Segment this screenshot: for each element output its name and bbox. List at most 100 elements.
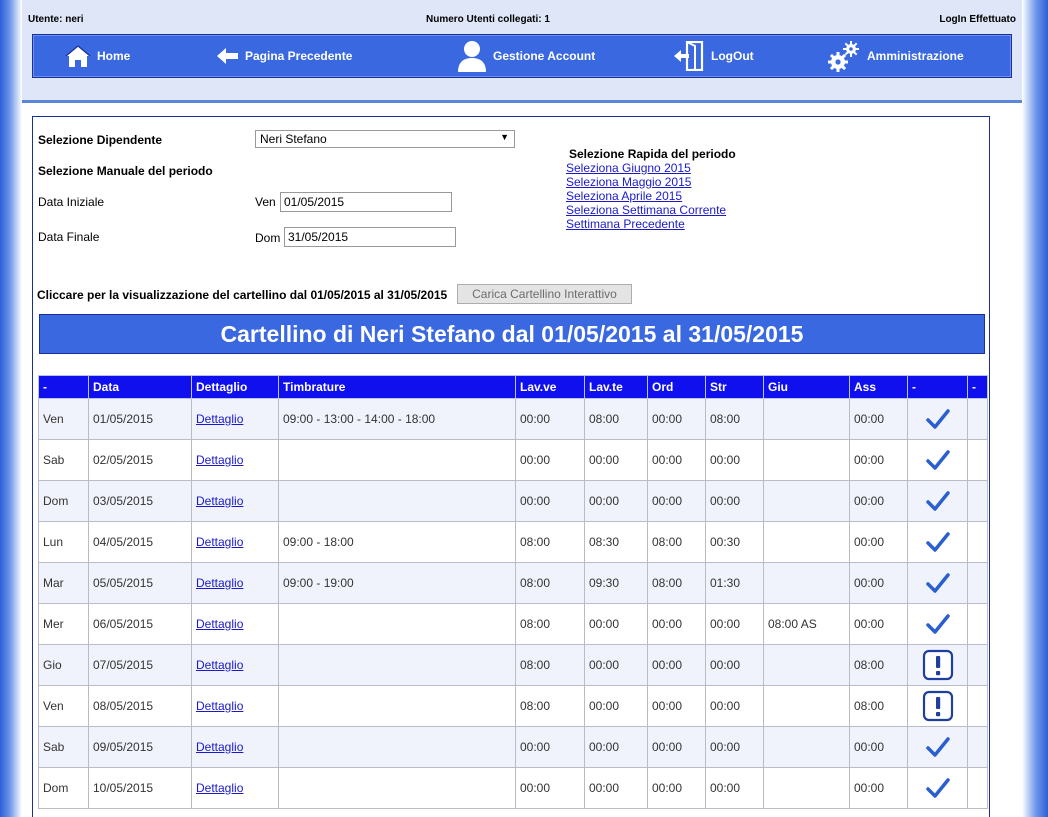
cell-ord: 00:00 (647, 398, 706, 440)
cell-lavve: 00:00 (515, 439, 585, 481)
cell-giu (763, 521, 850, 563)
cell-extra (967, 562, 988, 604)
cell-lavte: 09:30 (584, 562, 648, 604)
cell-status (907, 685, 968, 727)
nav-admin[interactable]: Amministrazione (827, 35, 964, 77)
cell-detail[interactable]: Dettaglio (191, 767, 279, 809)
cell-extra (967, 480, 988, 522)
cell-date: 02/05/2015 (88, 439, 192, 481)
cell-detail[interactable]: Dettaglio (191, 398, 279, 440)
cell-giu (763, 439, 850, 481)
cell-status (907, 480, 968, 522)
end-date-label: Data Finale (38, 230, 100, 244)
cell-extra (967, 685, 988, 727)
cell-str: 00:00 (705, 644, 764, 686)
cell-str: 00:00 (705, 439, 764, 481)
cell-giu (763, 726, 850, 768)
cell-detail[interactable]: Dettaglio (191, 726, 279, 768)
cell-lavve: 00:00 (515, 726, 585, 768)
quick-link-june[interactable]: Seleziona Giugno 2015 (566, 161, 691, 175)
cell-punches (278, 726, 516, 768)
cell-detail[interactable]: Dettaglio (191, 521, 279, 563)
cell-punches: 09:00 - 19:00 (278, 562, 516, 604)
cell-lavte: 00:00 (584, 767, 648, 809)
cell-ass: 00:00 (849, 398, 908, 440)
cell-str: 00:00 (705, 685, 764, 727)
nav-logout[interactable]: LogOut (673, 35, 754, 77)
cell-status (907, 439, 968, 481)
cell-day: Gio (38, 644, 89, 686)
dropdown-arrow-icon: ▼ (500, 132, 509, 142)
cell-ord: 00:00 (647, 480, 706, 522)
employee-select-value: Neri Stefano (260, 132, 327, 146)
cell-giu (763, 644, 850, 686)
table-row: Gio 07/05/2015 Dettaglio 08:00 00:00 00:00 00:… (38, 644, 988, 686)
quick-link-previous-week[interactable]: Settimana Precedente (566, 217, 685, 231)
cell-detail[interactable]: Dettaglio (191, 603, 279, 645)
manual-period-label: Selezione Manuale del periodo (38, 164, 213, 178)
warning-icon (912, 649, 963, 681)
col-header: Data (88, 375, 192, 399)
quick-link-current-week[interactable]: Seleziona Settimana Corrente (566, 203, 726, 217)
cell-extra (967, 398, 988, 440)
login-status: LogIn Effettuato (939, 14, 1016, 25)
cell-date: 06/05/2015 (88, 603, 192, 645)
cell-lavve: 08:00 (515, 562, 585, 604)
cell-ass: 08:00 (849, 685, 908, 727)
check-icon (912, 572, 963, 594)
cell-extra (967, 726, 988, 768)
cell-punches (278, 439, 516, 481)
cell-punches: 09:00 - 18:00 (278, 521, 516, 563)
cell-day: Mar (38, 562, 89, 604)
nav-home[interactable]: Home (65, 35, 130, 77)
cell-giu (763, 480, 850, 522)
quick-link-may[interactable]: Seleziona Maggio 2015 (566, 175, 691, 189)
start-date-label: Data Iniziale (38, 195, 105, 209)
cell-extra (967, 521, 988, 563)
end-date-input[interactable] (284, 227, 456, 247)
check-icon (912, 777, 963, 799)
cell-ord: 00:00 (647, 603, 706, 645)
cell-extra (967, 439, 988, 481)
cell-date: 10/05/2015 (88, 767, 192, 809)
cell-detail[interactable]: Dettaglio (191, 480, 279, 522)
nav-back[interactable]: Pagina Precedente (217, 35, 352, 77)
col-header: Timbrature (278, 375, 516, 399)
cell-str: 01:30 (705, 562, 764, 604)
cell-giu (763, 398, 850, 440)
card-title-banner: Cartellino di Neri Stefano dal 01/05/201… (39, 314, 985, 354)
cell-status (907, 562, 968, 604)
cell-detail[interactable]: Dettaglio (191, 644, 279, 686)
cell-status (907, 644, 968, 686)
quick-link-april[interactable]: Seleziona Aprile 2015 (566, 189, 682, 203)
cell-ass: 00:00 (849, 726, 908, 768)
col-header: - (967, 375, 988, 399)
table-row: Dom 10/05/2015 Dettaglio 00:00 00:00 00:00 00:… (38, 767, 988, 809)
employee-label: Selezione Dipendente (38, 133, 163, 147)
table-row: Mar 05/05/2015 Dettaglio 09:00 - 19:00 08:00… (38, 562, 988, 604)
table-row: Dom 03/05/2015 Dettaglio 00:00 00:00 00:00 00:… (38, 480, 988, 522)
nav-back-label: Pagina Precedente (245, 49, 353, 63)
quick-period-title: Selezione Rapida del periodo (569, 147, 736, 161)
cell-ass: 00:00 (849, 439, 908, 481)
cell-lavve: 08:00 (515, 521, 585, 563)
cell-lavve: 08:00 (515, 685, 585, 727)
cell-ord: 00:00 (647, 726, 706, 768)
cell-punches (278, 685, 516, 727)
nav-bar: Home Pagina Precedente Gestione Account (32, 34, 1012, 78)
cell-date: 08/05/2015 (88, 685, 192, 727)
employee-select[interactable]: Neri Stefano ▼ (255, 130, 515, 148)
cell-detail[interactable]: Dettaglio (191, 562, 279, 604)
cell-lavte: 00:00 (584, 603, 648, 645)
cell-str: 00:00 (705, 767, 764, 809)
cell-date: 09/05/2015 (88, 726, 192, 768)
cell-detail[interactable]: Dettaglio (191, 439, 279, 481)
nav-account[interactable]: Gestione Account (457, 35, 595, 77)
nav-admin-label: Amministrazione (867, 49, 964, 63)
start-date-input[interactable] (280, 192, 452, 212)
cell-detail[interactable]: Dettaglio (191, 685, 279, 727)
load-card-button[interactable]: Carica Cartellino Interattivo (457, 284, 632, 304)
table-row: Sab 09/05/2015 Dettaglio 00:00 00:00 00:00 00:… (38, 726, 988, 768)
cell-ord: 00:00 (647, 767, 706, 809)
cell-lavve: 08:00 (515, 603, 585, 645)
